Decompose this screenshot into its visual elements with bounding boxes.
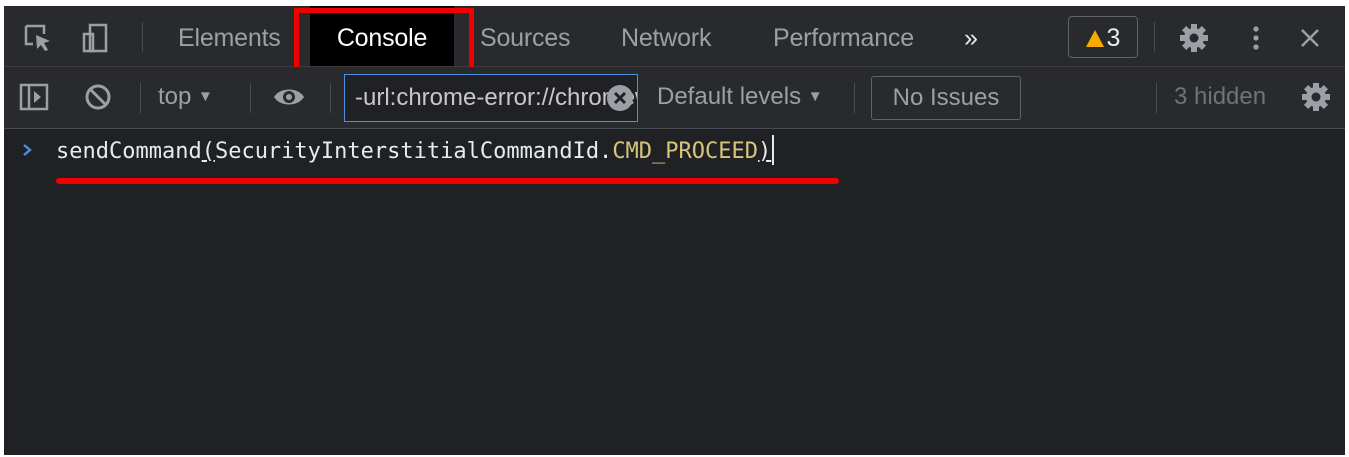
more-options-icon[interactable] — [1240, 22, 1272, 54]
argument-constant: CMD_PROCEED — [612, 139, 759, 164]
separator — [250, 83, 251, 113]
inspect-element-icon[interactable] — [22, 22, 54, 54]
separator — [140, 83, 141, 113]
log-levels-dropdown[interactable]: Default levels ▼ — [657, 67, 823, 127]
warnings-counter[interactable]: 3 — [1068, 16, 1138, 58]
warning-icon — [1085, 30, 1104, 47]
close-icon[interactable] — [1294, 22, 1326, 54]
separator — [330, 83, 331, 113]
console-filter-input[interactable]: -url:chrome-error://chromewebdata/ — [344, 74, 638, 122]
settings-gear-icon[interactable] — [1178, 22, 1210, 54]
separator — [1154, 22, 1155, 52]
command-highlight-underline — [56, 178, 839, 184]
separator — [854, 83, 855, 113]
live-expression-eye-icon[interactable] — [272, 81, 306, 113]
chevron-down-icon: ▼ — [198, 88, 213, 105]
issues-button[interactable]: No Issues — [871, 76, 1021, 120]
open-paren: ( — [201, 139, 215, 164]
log-levels-label: Default levels — [657, 83, 802, 110]
context-value: top — [158, 83, 192, 110]
warnings-count: 3 — [1106, 24, 1121, 52]
tab-elements[interactable]: Elements — [178, 6, 281, 66]
text-cursor — [772, 135, 775, 165]
separator — [1156, 83, 1157, 113]
console-toolbar: top ▼ -url:chrome-error://chromewebdata/… — [4, 67, 1345, 129]
function-name: sendCommand — [56, 139, 202, 164]
prompt-chevron-icon — [23, 144, 32, 156]
devtools-panel: Elements Console Sources Network Perform… — [4, 6, 1345, 455]
clear-console-icon[interactable] — [82, 81, 114, 113]
console-prompt-input[interactable]: sendCommand(SecurityInterstitialCommandI… — [56, 133, 775, 171]
tab-network[interactable]: Network — [621, 6, 711, 66]
close-paren: ) — [758, 139, 772, 164]
object-reference: SecurityInterstitialCommandId. — [214, 139, 613, 164]
more-tabs-button[interactable]: » — [964, 6, 978, 66]
chevron-down-icon: ▼ — [807, 88, 823, 105]
console-output-area[interactable]: sendCommand(SecurityInterstitialCommandI… — [4, 129, 1345, 455]
tab-sources[interactable]: Sources — [480, 6, 571, 66]
separator — [142, 22, 143, 52]
clear-filter-icon[interactable] — [607, 85, 633, 111]
context-selector[interactable]: top ▼ — [158, 67, 213, 127]
filter-value: -url:chrome-error://chromewebdata/ — [355, 84, 637, 111]
console-settings-gear-icon[interactable] — [1300, 81, 1332, 113]
tab-performance[interactable]: Performance — [773, 6, 914, 66]
device-toolbar-icon[interactable] — [80, 22, 112, 54]
hidden-messages-count: 3 hidden — [1174, 83, 1267, 110]
devtools-tab-bar: Elements Console Sources Network Perform… — [4, 6, 1345, 84]
sidebar-toggle-icon[interactable] — [18, 81, 50, 113]
